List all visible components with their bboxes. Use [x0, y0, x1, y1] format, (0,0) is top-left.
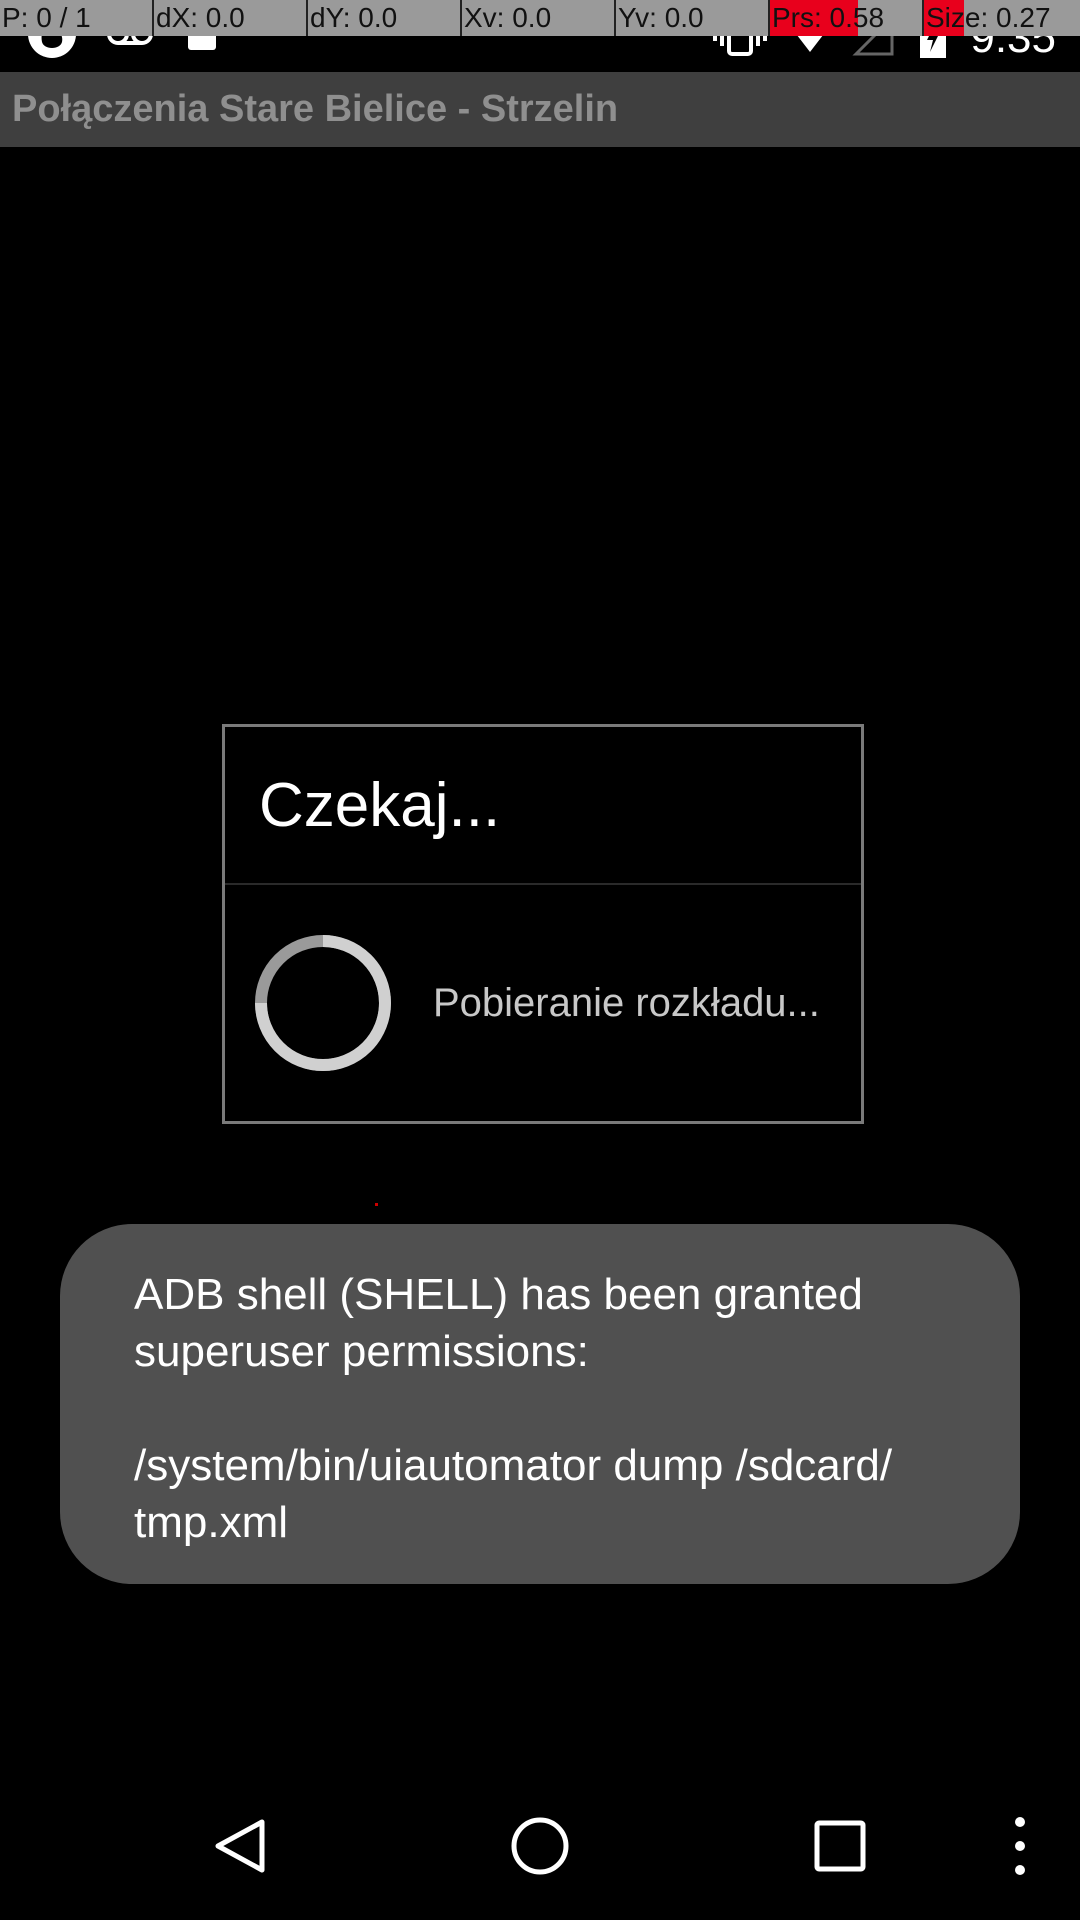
pointer-yv: Yv: 0.0	[616, 0, 770, 36]
toast-line: tmp.xml	[134, 1498, 288, 1547]
page-title: Połączenia Stare Bielice - Strzelin	[12, 88, 619, 130]
recents-button[interactable]	[750, 1776, 930, 1920]
home-button[interactable]	[450, 1776, 630, 1920]
pointer-count: P: 0 / 1	[0, 0, 154, 36]
pointer-location-overlay: P: 0 / 1 dX: 0.0 dY: 0.0 Xv: 0.0 Yv: 0.0…	[0, 0, 1080, 36]
pointer-size: Size: 0.27	[924, 0, 1080, 36]
dialog-divider	[225, 883, 861, 885]
toast-line: /system/bin/uiautomator dump /sdcard/	[134, 1441, 893, 1490]
home-icon	[509, 1815, 571, 1882]
progress-dialog: Czekaj... Pobieranie rozkładu...	[222, 724, 864, 1124]
back-icon	[210, 1816, 270, 1881]
toast-spacer	[134, 1380, 946, 1437]
dialog-title: Czekaj...	[259, 771, 501, 840]
loading-spinner-icon	[253, 933, 393, 1073]
superuser-toast: ADB shell (SHELL) has been granted super…	[60, 1224, 1020, 1584]
toast-line: ADB shell (SHELL) has been granted	[134, 1270, 863, 1319]
status-bar: 9:35 P: 0 / 1 dX: 0.0 dY: 0.0 Xv: 0.0 Yv…	[0, 0, 1080, 72]
screen: 9:35 P: 0 / 1 dX: 0.0 dY: 0.0 Xv: 0.0 Yv…	[0, 0, 1080, 1920]
pointer-xv: Xv: 0.0	[462, 0, 616, 36]
pointer-pressure: Prs: 0.58	[770, 0, 924, 36]
navigation-bar	[0, 1776, 1080, 1920]
recents-icon	[813, 1819, 867, 1878]
pointer-dy: dY: 0.0	[308, 0, 462, 36]
overflow-menu-button[interactable]	[990, 1776, 1050, 1920]
dialog-message: Pobieranie rozkładu...	[433, 981, 820, 1025]
pointer-dx: dX: 0.0	[154, 0, 308, 36]
action-bar: Połączenia Stare Bielice - Strzelin	[0, 72, 1080, 147]
overflow-menu-icon	[1012, 1816, 1028, 1881]
back-button[interactable]	[150, 1776, 330, 1920]
toast-line: superuser permissions:	[134, 1327, 589, 1376]
touch-point-marker	[375, 1203, 378, 1206]
